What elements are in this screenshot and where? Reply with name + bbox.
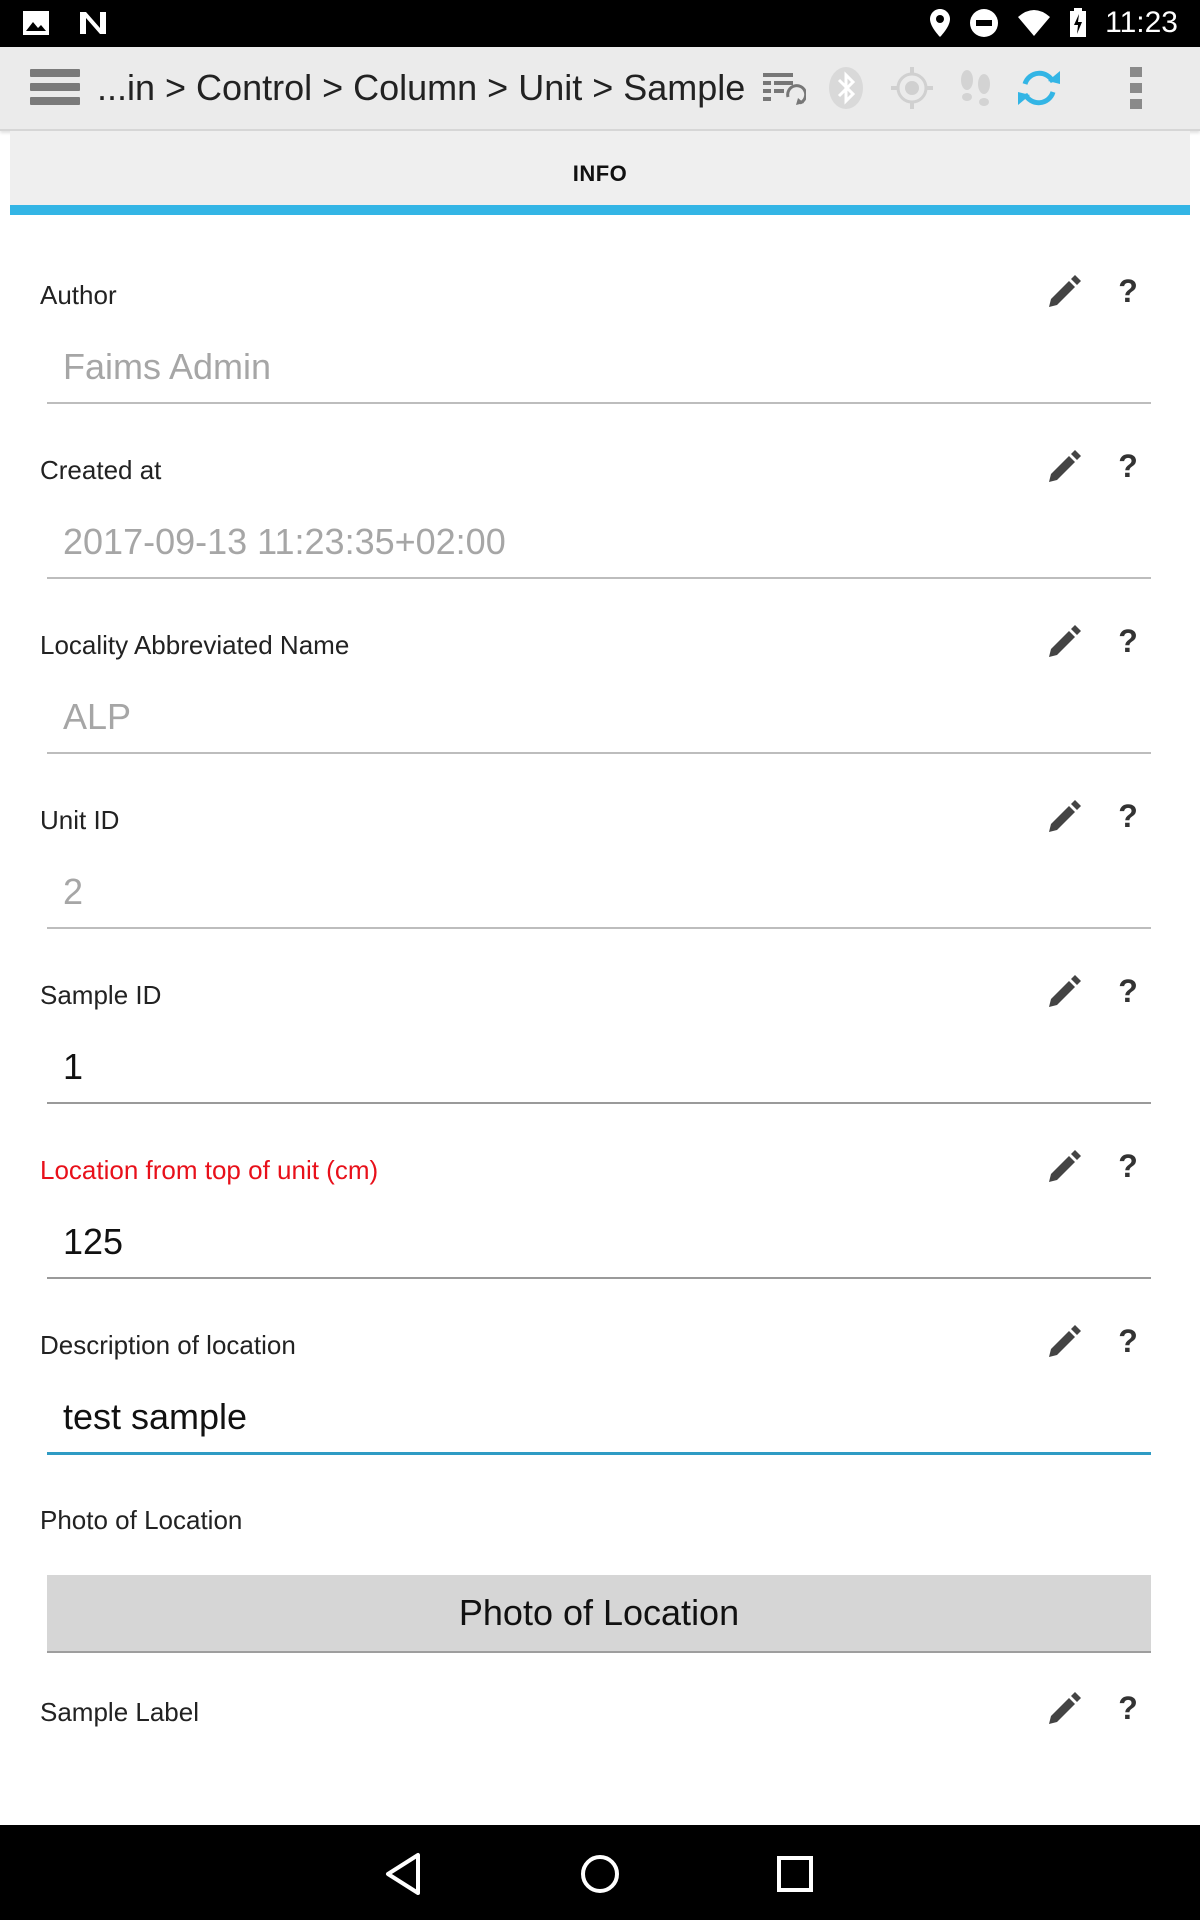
image-notification-icon	[23, 11, 49, 35]
pencil-icon[interactable]	[1045, 1150, 1081, 1186]
home-icon[interactable]	[573, 1847, 627, 1901]
help-icon[interactable]: ?	[1117, 1148, 1139, 1185]
created-at-value: 2017-09-13 11:23:35+02:00	[63, 521, 506, 562]
form-content: Author ? Faims Admin Created at ? 2017-0…	[10, 215, 1190, 1825]
pencil-icon[interactable]	[1045, 450, 1081, 486]
status-bar: 11:23	[0, 0, 1200, 47]
locality-value: ALP	[63, 696, 132, 737]
breadcrumb[interactable]: ...in > Control > Column > Unit > Sample	[97, 67, 745, 109]
battery-charging-icon	[1070, 8, 1087, 37]
author-value: Faims Admin	[63, 346, 272, 387]
status-time: 11:23	[1105, 6, 1178, 39]
pencil-icon[interactable]	[1045, 975, 1081, 1011]
field-label-sample-label: Sample Label	[40, 1697, 199, 1727]
field-label-sample-id: Sample ID	[40, 980, 162, 1010]
recents-icon[interactable]	[768, 1847, 822, 1901]
bluetooth-icon[interactable]	[823, 65, 869, 111]
field-label-author: Author	[40, 280, 117, 310]
help-icon[interactable]: ?	[1117, 973, 1139, 1010]
overflow-menu-icon[interactable]	[1113, 65, 1159, 111]
author-field[interactable]: Faims Admin	[47, 340, 1151, 404]
help-icon[interactable]: ?	[1117, 1323, 1139, 1360]
field-label-created-at: Created at	[40, 455, 162, 485]
tab-indicator	[10, 205, 1190, 215]
navigation-bar	[0, 1825, 1200, 1920]
pencil-icon[interactable]	[1045, 1325, 1081, 1361]
pencil-icon[interactable]	[1045, 625, 1081, 661]
unit-id-value: 2	[63, 871, 84, 912]
pencil-icon[interactable]	[1045, 275, 1081, 311]
description-field[interactable]: test sample	[47, 1390, 1151, 1455]
tab-bar: INFO	[10, 131, 1190, 215]
field-label-location-from-top: Location from top of unit (cm)	[40, 1155, 379, 1185]
unit-id-field[interactable]: 2	[47, 865, 1151, 929]
locality-field[interactable]: ALP	[47, 690, 1151, 754]
sample-id-value: 1	[63, 1046, 84, 1087]
back-icon[interactable]	[378, 1847, 432, 1901]
help-icon[interactable]: ?	[1117, 798, 1139, 835]
n-logo-icon	[80, 12, 106, 34]
photo-of-location-button[interactable]: Photo of Location	[47, 1575, 1151, 1653]
wifi-icon	[1018, 10, 1051, 36]
location-from-top-value: 125	[63, 1221, 124, 1262]
help-icon[interactable]: ?	[1117, 1690, 1139, 1727]
field-label-description: Description of location	[40, 1330, 296, 1360]
sample-id-field[interactable]: 1	[47, 1040, 1151, 1104]
gps-icon[interactable]	[889, 65, 935, 111]
field-label-unit-id: Unit ID	[40, 805, 120, 835]
pencil-icon[interactable]	[1045, 1692, 1081, 1728]
tab-info[interactable]: INFO	[10, 131, 1190, 205]
field-label-locality: Locality Abbreviated Name	[40, 630, 350, 660]
location-from-top-field[interactable]: 125	[47, 1215, 1151, 1279]
tracker-footsteps-icon[interactable]	[953, 65, 999, 111]
action-bar: ...in > Control > Column > Unit > Sample	[0, 47, 1200, 131]
field-label-photo: Photo of Location	[40, 1505, 243, 1535]
pencil-icon[interactable]	[1045, 800, 1081, 836]
do-not-disturb-icon	[970, 9, 999, 37]
menu-icon[interactable]	[30, 69, 80, 109]
help-icon[interactable]: ?	[1117, 448, 1139, 485]
location-pin-icon	[930, 9, 951, 37]
help-icon[interactable]: ?	[1117, 273, 1139, 310]
description-value: test sample	[63, 1396, 248, 1437]
sync-list-icon[interactable]	[760, 65, 806, 111]
sync-icon[interactable]	[1016, 65, 1062, 111]
created-at-field[interactable]: 2017-09-13 11:23:35+02:00	[47, 515, 1151, 579]
help-icon[interactable]: ?	[1117, 623, 1139, 660]
